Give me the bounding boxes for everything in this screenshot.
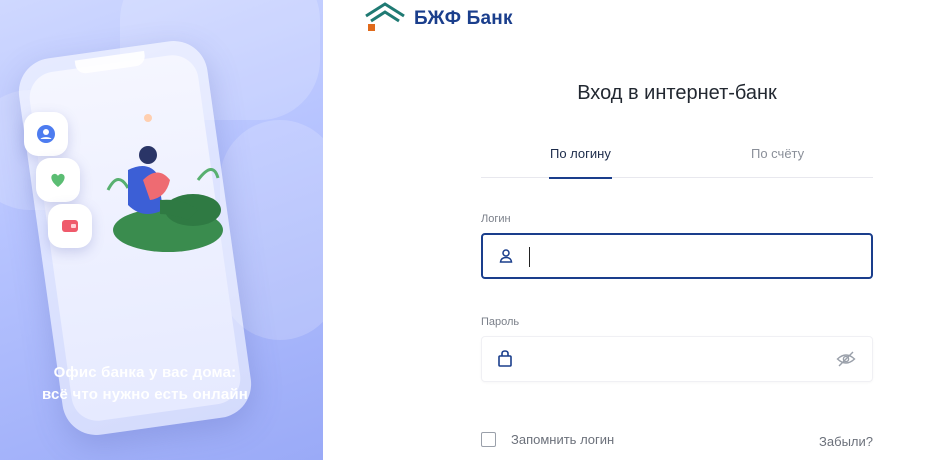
promo-caption: Офис банка у вас дома: всё что нужно ест… (0, 362, 290, 406)
login-method-tabs: По логину По счёту (481, 138, 873, 179)
promo-line-2: всё что нужно есть онлайн (41, 386, 249, 403)
password-input[interactable] (528, 337, 828, 381)
user-icon (499, 249, 513, 263)
tab-by-login[interactable]: По логину (549, 146, 612, 179)
card-bubble (48, 204, 92, 248)
bank-name: БЖФ Банк (414, 8, 513, 29)
login-label: Логин (481, 213, 511, 225)
card-icon (62, 220, 78, 232)
text-caret (529, 247, 530, 267)
bank-logo[interactable]: БЖФ Банк (364, 2, 513, 32)
remember-checkbox[interactable] (481, 432, 496, 447)
lock-icon (498, 350, 512, 367)
password-field[interactable] (481, 336, 873, 382)
promo-line-1: Офис банка у вас дома: (53, 364, 237, 381)
eye-hidden-icon[interactable] (836, 350, 856, 368)
heart-icon (51, 173, 65, 187)
page-title: Вход в интернет-банк (577, 82, 777, 104)
forgot-link[interactable]: Забыли? (819, 434, 873, 449)
promo-panel: Офис банка у вас дома: всё что нужно ест… (0, 0, 323, 460)
tab-by-account[interactable]: По счёту (751, 146, 804, 178)
favorite-bubble (36, 158, 80, 202)
person-illustration (106, 114, 223, 252)
bank-logo-icon (365, 2, 405, 31)
contact-bubble (24, 112, 68, 156)
remember-label: Запомнить логин (511, 432, 615, 447)
password-label: Пароль (481, 316, 520, 328)
login-field[interactable] (481, 233, 873, 279)
login-input[interactable] (529, 235, 829, 277)
remember-login[interactable]: Запомнить логин (481, 432, 614, 447)
user-circle-icon (37, 125, 55, 143)
